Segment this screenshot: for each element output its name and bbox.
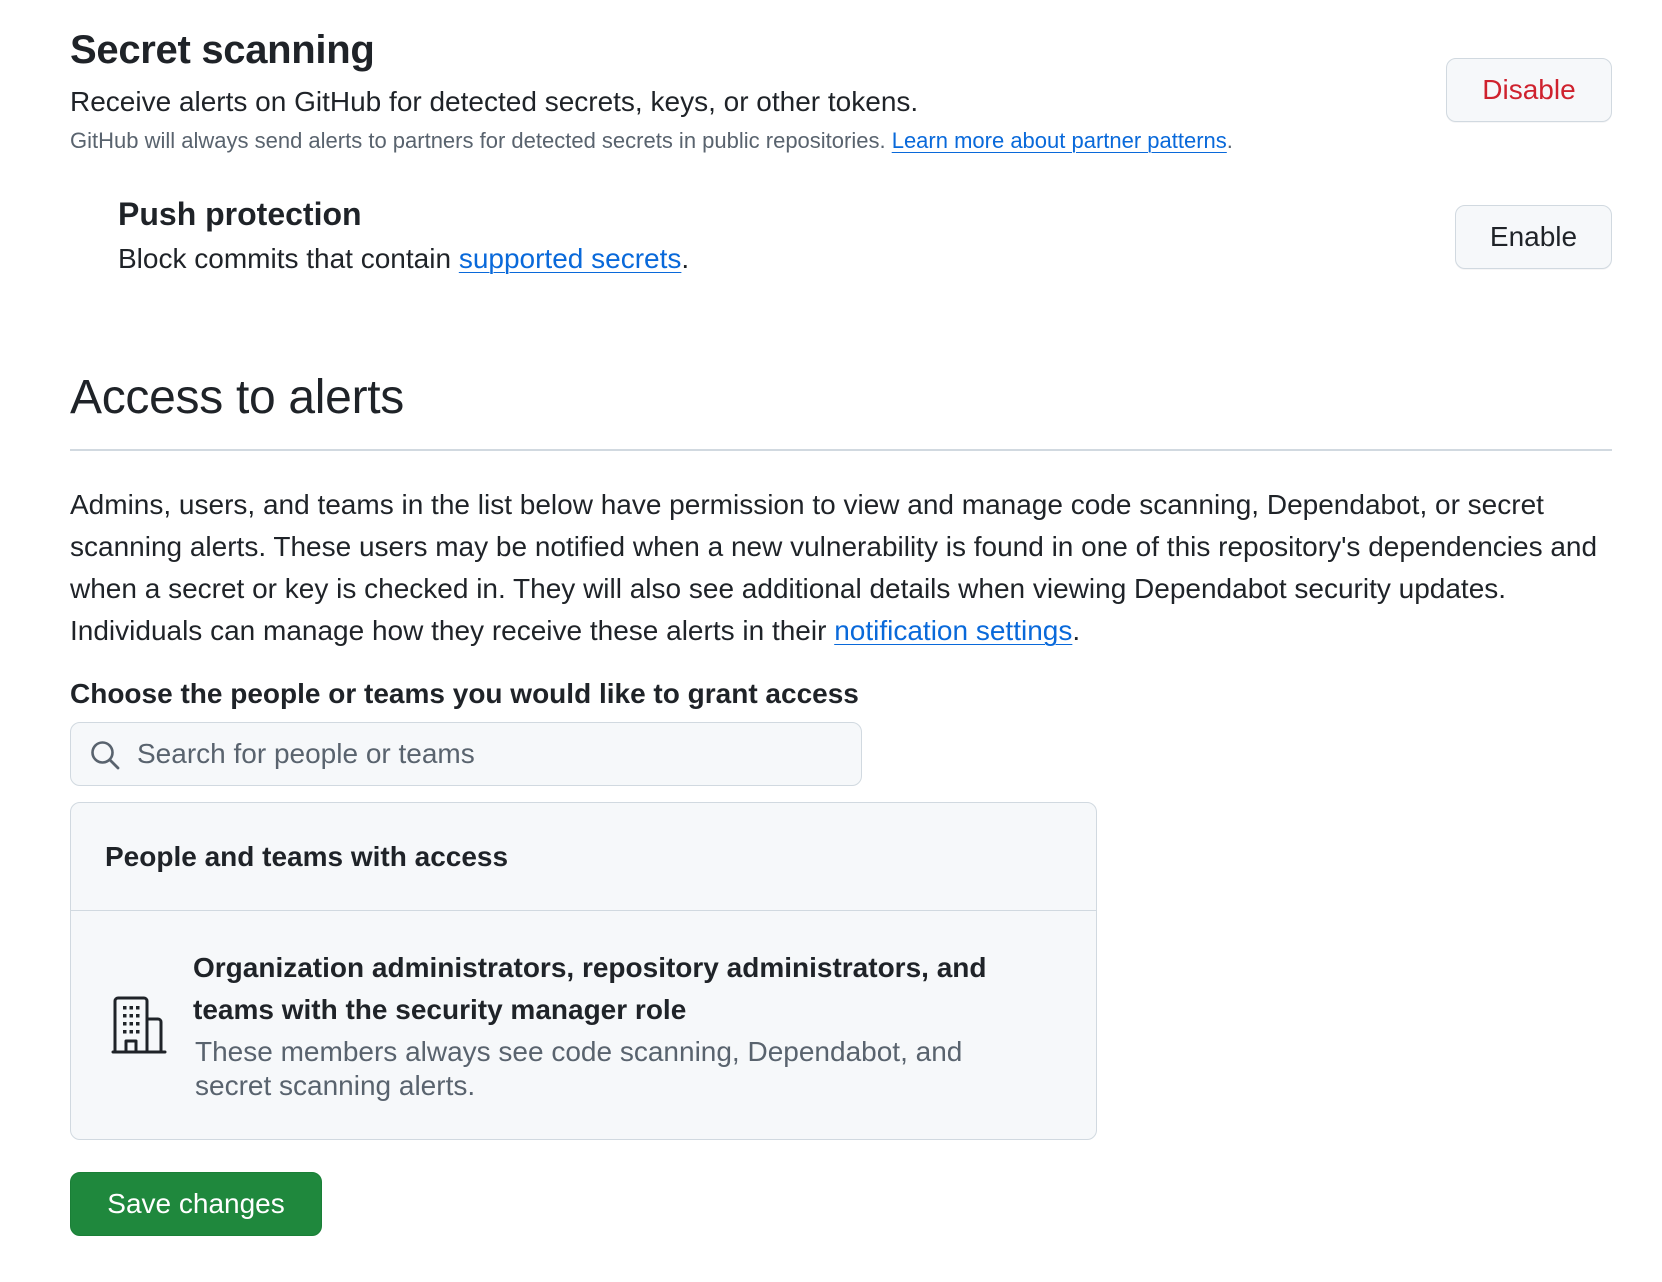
section-divider xyxy=(70,449,1612,451)
secret-scanning-note: GitHub will always send alerts to partne… xyxy=(70,128,1233,154)
push-protection-text: Block commits that contain xyxy=(118,243,459,274)
security-settings-page: Secret scanning Receive alerts on GitHub… xyxy=(0,0,1662,1282)
grant-access-label: Choose the people or teams you would lik… xyxy=(70,678,859,709)
secret-scanning-note-text: GitHub will always send alerts to partne… xyxy=(70,128,892,153)
enable-push-protection-button[interactable]: Enable xyxy=(1455,205,1612,269)
secret-scanning-note-end: . xyxy=(1226,128,1233,153)
access-item-title: Organization administrators, repository … xyxy=(193,952,987,1025)
notification-settings-link[interactable]: notification settings xyxy=(834,615,1072,646)
partner-patterns-link[interactable]: Learn more about partner patterns xyxy=(892,128,1227,153)
access-list-panel: People and teams with access Organizatio… xyxy=(70,802,1097,1140)
people-search-box[interactable] xyxy=(70,722,862,786)
save-changes-button[interactable]: Save changes xyxy=(70,1172,322,1236)
supported-secrets-link[interactable]: supported secrets xyxy=(459,243,682,274)
people-search-input[interactable] xyxy=(137,723,847,785)
secret-scanning-heading: Secret scanning xyxy=(70,28,375,72)
organization-icon xyxy=(111,996,167,1054)
push-protection-heading: Push protection xyxy=(118,196,362,232)
access-list-header: People and teams with access xyxy=(71,803,1096,911)
disable-secret-scanning-button[interactable]: Disable xyxy=(1446,58,1612,122)
secret-scanning-description: Receive alerts on GitHub for detected se… xyxy=(70,86,919,117)
access-description-end: . xyxy=(1072,615,1081,646)
access-description: Admins, users, and teams in the list bel… xyxy=(70,484,1615,652)
push-protection-end: . xyxy=(681,243,690,274)
access-to-alerts-heading: Access to alerts xyxy=(70,371,404,424)
access-item-description: These members always see code scanning, … xyxy=(195,1036,963,1101)
access-list-title: People and teams with access xyxy=(105,841,509,872)
search-icon xyxy=(91,741,120,770)
push-protection-description: Block commits that contain supported sec… xyxy=(118,243,689,275)
